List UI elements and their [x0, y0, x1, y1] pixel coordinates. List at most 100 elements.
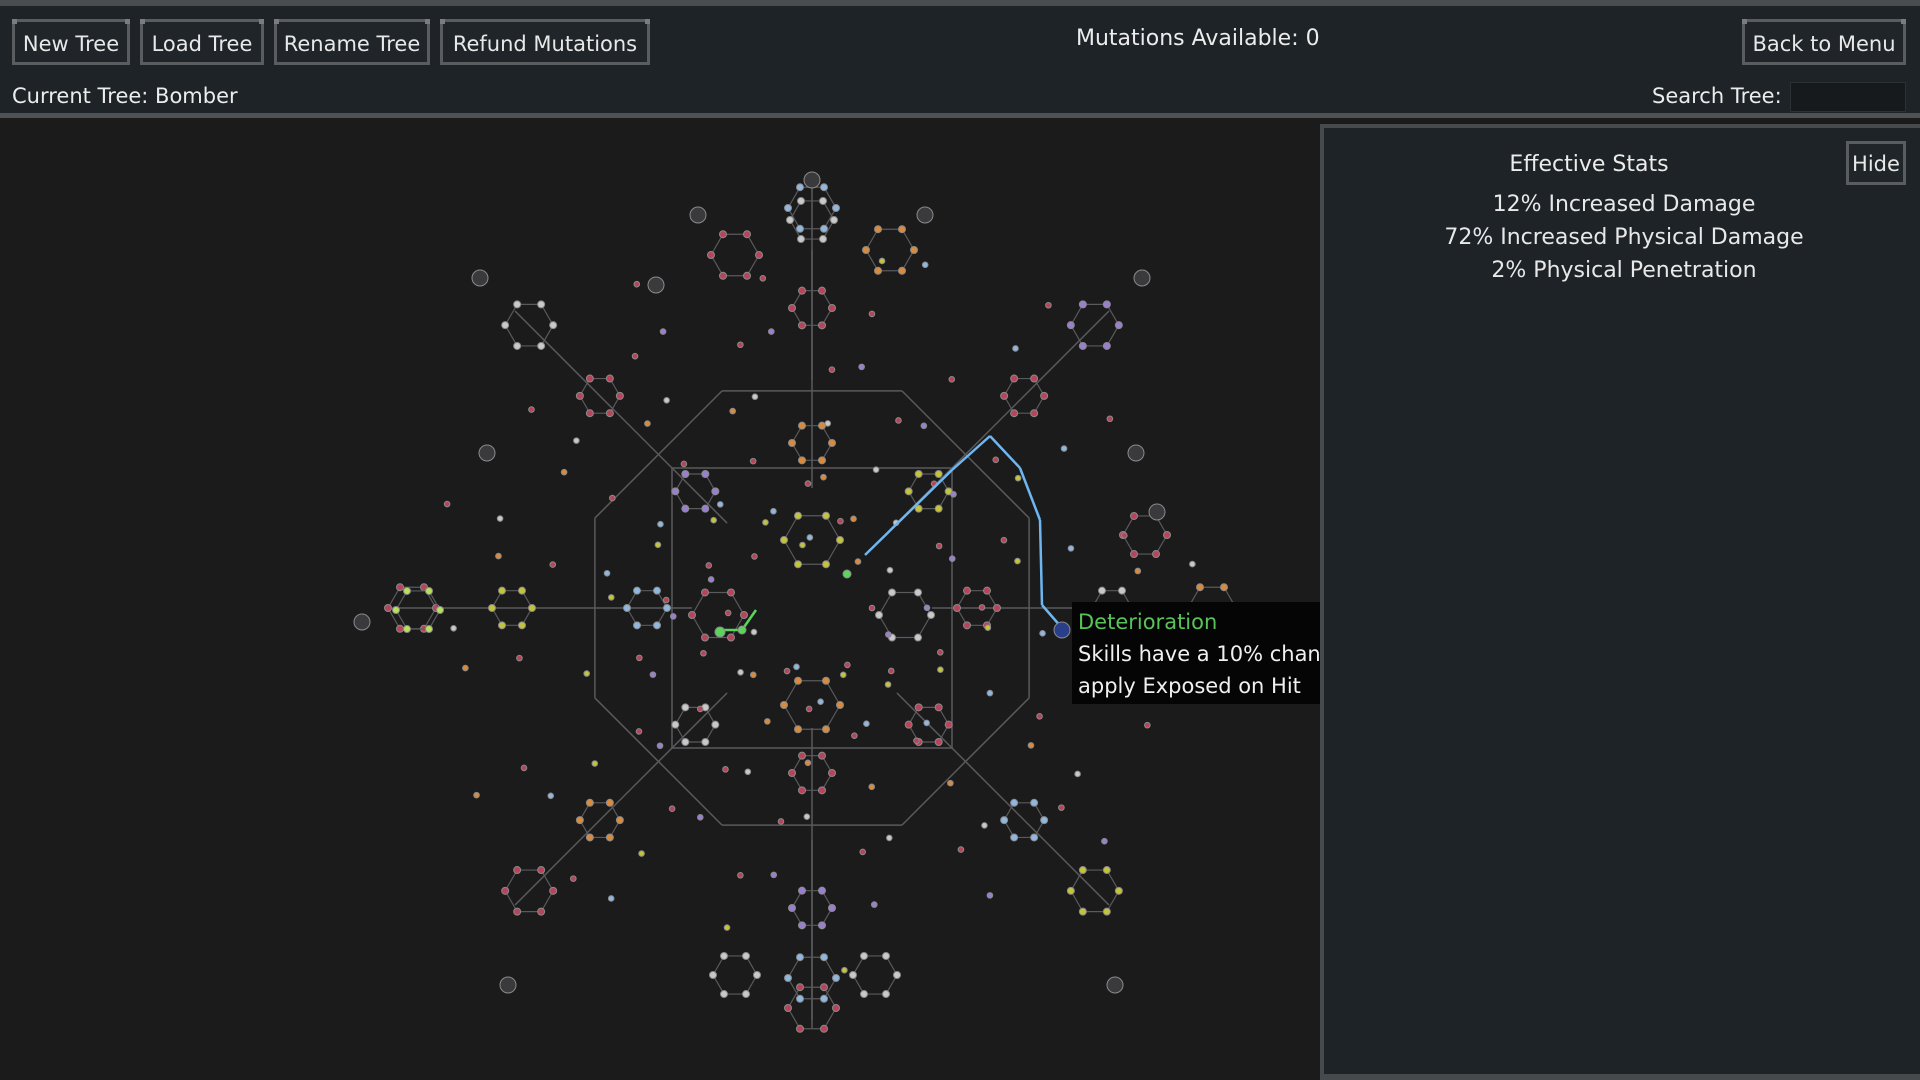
- keystone-node[interactable]: [689, 206, 707, 224]
- tree-node[interactable]: [737, 871, 744, 879]
- tree-node[interactable]: [636, 654, 643, 662]
- tree-node[interactable]: [750, 628, 758, 636]
- tree-node[interactable]: [591, 760, 599, 767]
- tree-node[interactable]: [1000, 816, 1009, 825]
- tree-node[interactable]: [688, 611, 696, 619]
- tree-node[interactable]: [796, 994, 804, 1003]
- tree-node[interactable]: [701, 588, 709, 597]
- tree-node[interactable]: [513, 341, 522, 350]
- tree-node[interactable]: [978, 604, 986, 611]
- tree-node[interactable]: [828, 904, 836, 912]
- tree-node[interactable]: [425, 625, 433, 634]
- refund-mutations-button[interactable]: Refund Mutations: [440, 19, 650, 65]
- tree-node[interactable]: [498, 586, 506, 595]
- keystone-node[interactable]: [1148, 503, 1166, 521]
- tree-node[interactable]: [656, 742, 664, 750]
- tree-node[interactable]: [528, 406, 535, 413]
- tree-node[interactable]: [986, 689, 994, 697]
- tree-node[interactable]: [1144, 721, 1151, 729]
- tree-node[interactable]: [513, 300, 522, 309]
- tree-node[interactable]: [727, 588, 735, 597]
- tree-node[interactable]: [701, 737, 710, 746]
- tree-node[interactable]: [1030, 798, 1039, 807]
- tree-node[interactable]: [585, 409, 594, 418]
- tree-node[interactable]: [851, 732, 858, 739]
- tree-node[interactable]: [934, 737, 943, 746]
- tree-node[interactable]: [784, 204, 792, 212]
- tree-node[interactable]: [837, 517, 844, 525]
- tree-node[interactable]: [904, 720, 913, 729]
- tree-node[interactable]: [743, 230, 751, 239]
- tree-node[interactable]: [513, 907, 522, 916]
- keystone-node[interactable]: [1106, 976, 1124, 994]
- tree-node[interactable]: [549, 561, 557, 568]
- tree-node[interactable]: [384, 604, 392, 612]
- tree-node[interactable]: [425, 586, 433, 595]
- tree-node[interactable]: [575, 816, 584, 825]
- tree-node[interactable]: [749, 457, 757, 465]
- tree-node[interactable]: [832, 204, 840, 212]
- tree-node[interactable]: [923, 719, 930, 727]
- tree-node[interactable]: [836, 536, 844, 544]
- tree-node[interactable]: [714, 626, 726, 638]
- tree-node[interactable]: [893, 971, 901, 979]
- tree-node[interactable]: [887, 667, 895, 675]
- tree-node[interactable]: [607, 594, 615, 601]
- tree-node[interactable]: [696, 813, 704, 821]
- tree-node[interactable]: [631, 352, 639, 360]
- tree-node[interactable]: [633, 586, 641, 595]
- tree-node[interactable]: [1102, 907, 1111, 916]
- tree-node[interactable]: [701, 470, 710, 479]
- tree-node[interactable]: [820, 983, 828, 992]
- tree-node[interactable]: [1012, 345, 1019, 352]
- tree-node[interactable]: [937, 666, 944, 674]
- tree-node[interactable]: [615, 816, 624, 825]
- tree-node[interactable]: [749, 671, 757, 679]
- tree-node[interactable]: [1074, 770, 1081, 778]
- tree-node[interactable]: [927, 611, 935, 619]
- tree-node[interactable]: [904, 487, 913, 496]
- tree-node[interactable]: [737, 668, 744, 676]
- tree-node[interactable]: [1040, 816, 1049, 825]
- tree-node[interactable]: [1058, 804, 1065, 811]
- tree-node[interactable]: [818, 786, 826, 795]
- new-tree-button[interactable]: New Tree: [12, 19, 130, 65]
- tree-node[interactable]: [1027, 742, 1035, 749]
- rename-tree-button[interactable]: Rename Tree: [274, 19, 430, 65]
- tree-node[interactable]: [518, 621, 526, 630]
- tree-node[interactable]: [874, 266, 882, 275]
- tree-node[interactable]: [1010, 798, 1019, 807]
- tree-node[interactable]: [1010, 833, 1019, 842]
- tree-node[interactable]: [822, 560, 830, 569]
- tree-node[interactable]: [764, 718, 771, 725]
- search-tree-input[interactable]: [1790, 82, 1906, 112]
- tree-node[interactable]: [783, 667, 791, 675]
- tree-node[interactable]: [680, 460, 688, 468]
- keystone-node[interactable]: [916, 206, 934, 224]
- tree-node[interactable]: [520, 764, 528, 772]
- tree-node[interactable]: [396, 624, 404, 633]
- tree-node[interactable]: [878, 257, 886, 265]
- tree-node[interactable]: [744, 768, 752, 776]
- tree-node[interactable]: [723, 924, 731, 931]
- tree-node[interactable]: [850, 515, 857, 523]
- tree-node[interactable]: [984, 624, 992, 631]
- tree-node[interactable]: [724, 609, 732, 617]
- tree-node[interactable]: [828, 304, 836, 312]
- tree-node[interactable]: [822, 511, 830, 520]
- tree-node[interactable]: [585, 374, 594, 383]
- tree-node[interactable]: [1000, 391, 1009, 400]
- tree-node[interactable]: [681, 703, 690, 712]
- tree-node[interactable]: [963, 621, 971, 630]
- tree-node[interactable]: [820, 183, 828, 192]
- tree-node[interactable]: [549, 321, 558, 330]
- tree-node[interactable]: [615, 391, 624, 400]
- tree-node[interactable]: [585, 798, 594, 807]
- tree-node[interactable]: [605, 374, 614, 383]
- tree-node[interactable]: [1118, 586, 1126, 595]
- tree-node[interactable]: [1102, 341, 1111, 350]
- tree-node[interactable]: [794, 725, 802, 734]
- tree-node[interactable]: [638, 850, 645, 857]
- keystone-node[interactable]: [803, 171, 821, 189]
- tree-node[interactable]: [788, 904, 796, 912]
